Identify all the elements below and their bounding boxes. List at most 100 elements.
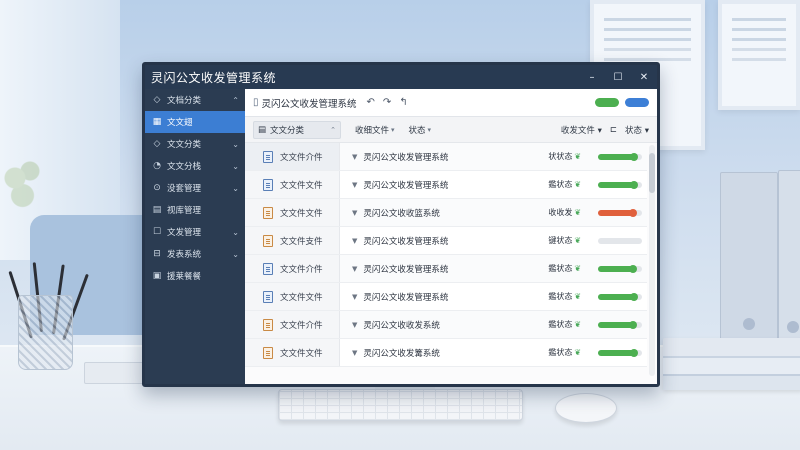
status-progress-bar[interactable] [598, 237, 643, 244]
status-progress-bar[interactable] [598, 292, 643, 301]
binder [720, 172, 778, 347]
minimize-button[interactable]: – [579, 65, 605, 89]
status-progress-fill [598, 153, 634, 160]
status-progress-knob[interactable] [629, 152, 638, 161]
pen-holder [18, 295, 73, 370]
leaf-icon: ❦ [574, 320, 582, 329]
status-progress-bar[interactable] [598, 208, 643, 217]
document-subject[interactable]: 灵闪公文收发管理系统 [363, 263, 548, 275]
binder [778, 170, 800, 350]
received-column-header[interactable]: 收细文件 ▾ [355, 124, 395, 136]
category-filter[interactable]: ▤ 文文分类 ⌃ [253, 120, 341, 139]
table-row[interactable]: 文文件文件 ▼ 灵闪公文收发管理系统 鑑状态 ❦ [245, 283, 647, 311]
status-column-label: 状态 [408, 125, 426, 136]
sidebar-item[interactable]: ▦ 文文翅 [145, 111, 245, 133]
status-progress-knob[interactable] [628, 320, 637, 329]
tag-icon[interactable]: ⊏ [610, 125, 617, 135]
status-progress-bar[interactable] [598, 264, 643, 273]
document-icon [263, 178, 273, 191]
undo-icon[interactable]: ↶ [367, 97, 375, 108]
status-label: 鑑状态 [548, 320, 573, 329]
status-progress-knob[interactable] [630, 180, 639, 189]
send-receive-filter[interactable]: 收发文件 ▾ [561, 124, 602, 136]
status-progress-knob[interactable] [628, 264, 637, 273]
sidebar-item-label: 援莱餐餐 [167, 272, 202, 282]
status-progress-knob[interactable] [628, 208, 637, 217]
triangle-marker-icon: ▼ [352, 208, 358, 217]
sidebar-item-label: 视库管理 [167, 206, 202, 216]
document-subject[interactable]: 灵闪公文收收篮系统 [363, 207, 548, 219]
nav-icon: ☐ [152, 227, 162, 237]
document-subject[interactable]: 灵闪公文收收发系统 [363, 319, 548, 331]
doc-category-icon: ▤ [258, 124, 267, 135]
redo-icon[interactable]: ↷ [383, 97, 391, 108]
scrollbar[interactable] [649, 145, 655, 376]
triangle-marker-icon: ▼ [352, 264, 358, 273]
document-icon [263, 318, 273, 331]
nav-icon: ◇ [153, 139, 161, 149]
status-label: 鑑状态 [548, 264, 573, 273]
category-filter-label: 文文分类 [270, 125, 305, 136]
sidebar-item[interactable]: ⊟ 发表系统 ⌄ [145, 243, 245, 265]
sidebar-item[interactable]: ◔ 文文分栈 ⌄ [145, 155, 245, 177]
sidebar-item[interactable]: ☐ 文发管理 ⌄ [145, 221, 245, 243]
category-cell: 文文件介件 [245, 311, 340, 338]
document-list: 文文件介件 ▼ 灵闪公文收发管理系统 状状态 ❦ 文文件文件 ▼ 灵闪公文收发管理系统 鑑状态 ❦… [245, 143, 647, 378]
document-icon [263, 346, 273, 359]
document-subject[interactable]: 灵闪公文收发篝系统 [363, 347, 548, 359]
sidebar-item-label: 文发管理 [167, 228, 202, 238]
document-subject[interactable]: 灵闪公文收发管理系统 [363, 179, 548, 191]
triangle-marker-icon: ▼ [352, 236, 358, 245]
nav-icon: ▤ [152, 205, 162, 215]
table-row[interactable]: 文文件介件 ▼ 灵闪公文收发管理系统 状状态 ❦ [245, 143, 647, 171]
blue-pill-button[interactable] [625, 98, 649, 107]
status-column-header[interactable]: 状态 ▾ [409, 124, 432, 136]
green-pill-button[interactable] [595, 98, 619, 107]
triangle-marker-icon: ▼ [352, 320, 358, 329]
status-progress-bar[interactable] [598, 348, 643, 357]
sidebar-item[interactable]: ◇ 文文分类 ⌄ [145, 133, 245, 155]
nav-icon: ▦ [152, 117, 162, 127]
sidebar-item[interactable]: ⊙ 没套管理 ⌄ [145, 177, 245, 199]
category-label: 文文件文件 [280, 292, 323, 303]
sidebar-item[interactable]: ▣ 援莱餐餐 [145, 265, 245, 287]
window-controls: – ☐ ✕ [579, 65, 657, 89]
app-window: 灵闪公文收发管理系统 – ☐ ✕ ◇ 文档分类 ⌃ ▦ 文文翅 ◇ 文文分类 ⌄ ◔ 文文分栈 ⌄ ⊙… [142, 62, 660, 387]
document-icon [263, 206, 273, 219]
status-progress-bar[interactable] [598, 180, 643, 189]
chevron-icon: ⌄ [232, 183, 239, 193]
document-subject[interactable]: 灵闪公文收发管理系统 [363, 291, 548, 303]
status-filter[interactable]: 状态 ▾ [625, 124, 649, 136]
category-label: 文文件文件 [280, 348, 323, 359]
table-row[interactable]: 文文件文件 ▼ 灵闪公文收收篮系统 收收发 ❦ [245, 199, 647, 227]
triangle-marker-icon: ▼ [352, 348, 358, 357]
close-button[interactable]: ✕ [631, 65, 657, 89]
history-icon[interactable]: ↰ [399, 97, 407, 108]
nav-icon: ⊟ [153, 249, 161, 259]
table-row[interactable]: 文文件支件 ▼ 灵闪公文收发管理系统 键状态 ❦ [245, 227, 647, 255]
status-text: 键状态 ❦ [548, 235, 590, 246]
document-subject[interactable]: 灵闪公文收发管理系统 [363, 235, 548, 247]
maximize-button[interactable]: ☐ [605, 65, 631, 89]
document-subject[interactable]: 灵闪公文收发管理系统 [363, 151, 548, 163]
category-cell: 文文件支件 [245, 227, 340, 254]
triangle-marker-icon: ▼ [352, 152, 358, 161]
status-progress-bar[interactable] [598, 320, 643, 329]
leaf-icon: ❦ [574, 292, 582, 301]
status-progress-knob[interactable] [629, 348, 638, 357]
status-progress-bar[interactable] [598, 152, 643, 161]
scrollbar-thumb[interactable] [649, 153, 655, 193]
status-progress-fill [598, 321, 633, 328]
table-row[interactable]: 文文件文件 ▼ 灵闪公文收发管理系统 鑑状态 ❦ [245, 171, 647, 199]
table-row[interactable]: 文文件介件 ▼ 灵闪公文收收发系统 鑑状态 ❦ [245, 311, 647, 339]
leaf-icon: ❦ [574, 208, 582, 217]
table-row[interactable]: 文文件介件 ▼ 灵闪公文收发管理系统 鑑状态 ❦ [245, 255, 647, 283]
sidebar-item[interactable]: ▤ 视库管理 [145, 199, 245, 221]
category-label: 文文件支件 [280, 236, 323, 247]
table-row[interactable]: 文文件文件 ▼ 灵闪公文收发篝系统 鑑状态 ❦ [245, 339, 647, 367]
keyboard [278, 389, 523, 421]
category-cell: 文文件文件 [245, 171, 340, 198]
status-progress-knob[interactable] [629, 292, 638, 301]
category-cell: 文文件文件 [245, 339, 340, 366]
sidebar-item[interactable]: ◇ 文档分类 ⌃ [145, 89, 245, 111]
